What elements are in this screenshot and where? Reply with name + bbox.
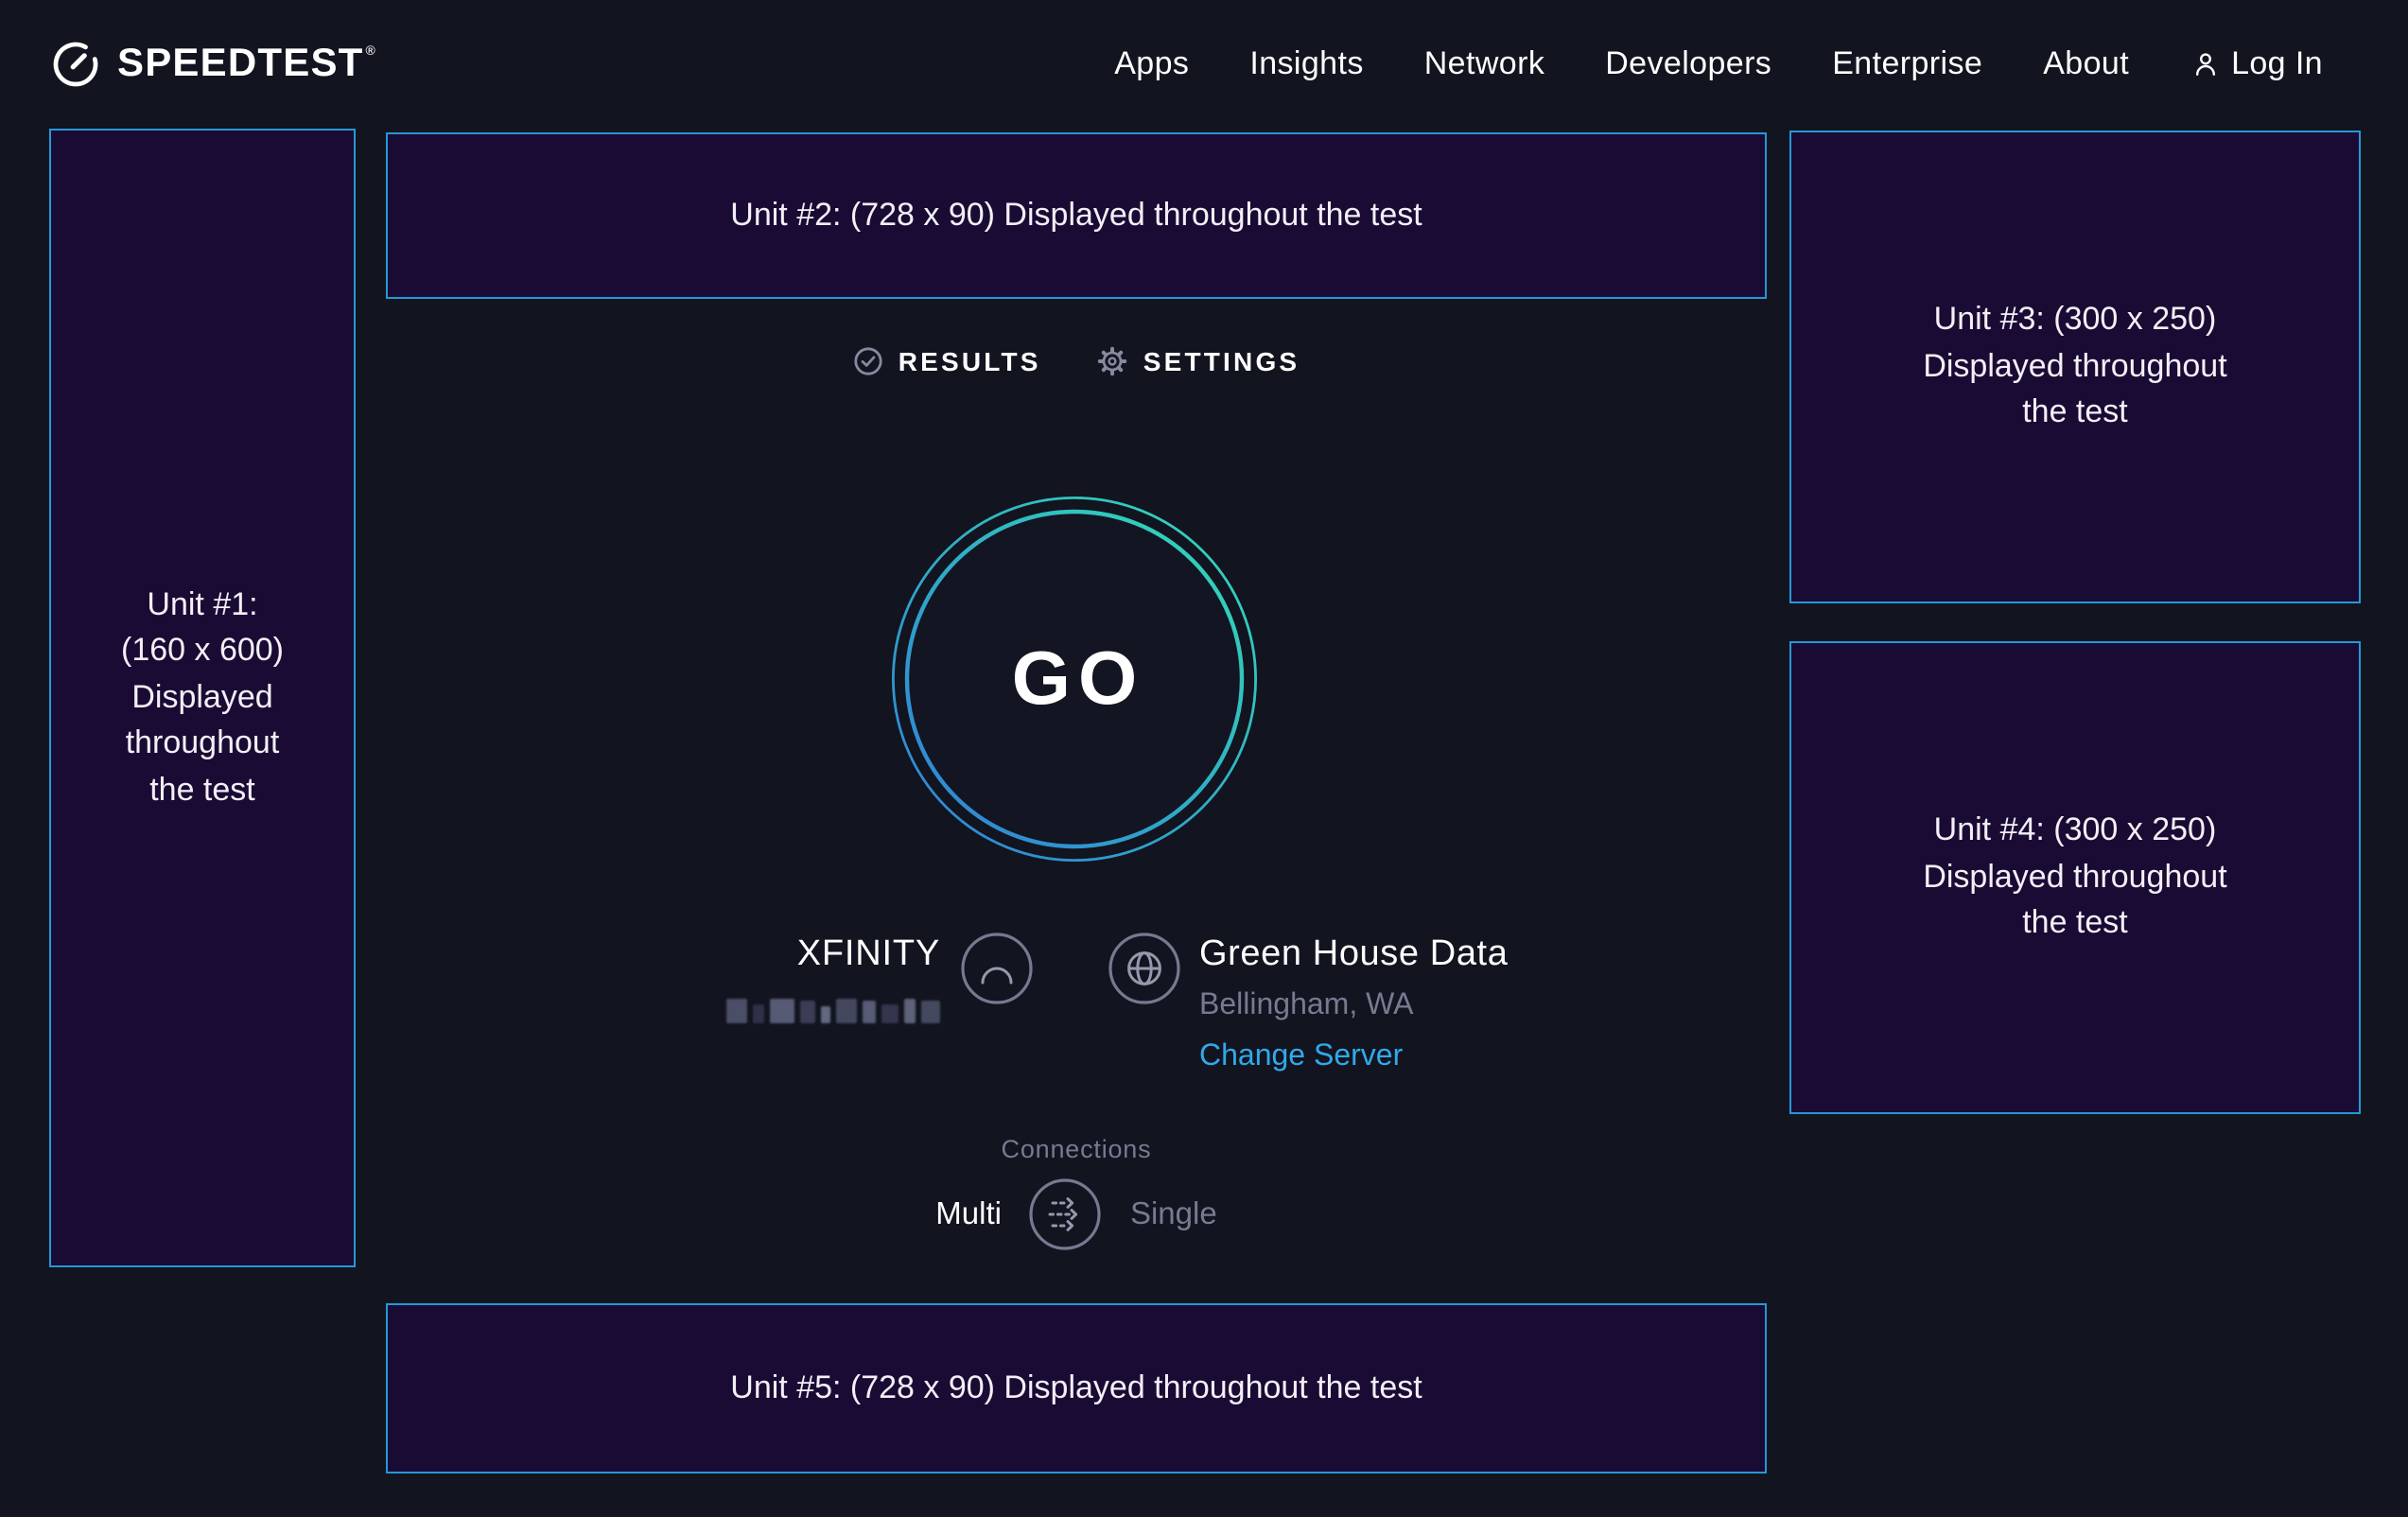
results-label: RESULTS [899, 346, 1041, 376]
server-name: Green House Data [1199, 934, 1508, 976]
nav-item-developers[interactable]: Developers [1605, 45, 1771, 83]
speedtest-page: SPEEDTEST® Apps Insights Network Develop… [0, 0, 2408, 1517]
connection-single-label[interactable]: Single [1130, 1196, 1217, 1232]
ad-label: Unit #2: (728 x 90) Displayed throughout… [730, 193, 1422, 239]
ad-unit-1[interactable]: Unit #1:(160 x 600)Displayedthroughoutth… [49, 129, 356, 1267]
go-button[interactable]: GO [891, 496, 1258, 863]
header: SPEEDTEST® Apps Insights Network Develop… [0, 0, 2408, 129]
speedtest-logo[interactable]: SPEEDTEST® [51, 0, 376, 129]
nav-item-network[interactable]: Network [1424, 45, 1545, 83]
globe-icon [1108, 933, 1180, 1004]
server-location: Bellingham, WA [1199, 989, 1413, 1023]
main-nav: Apps Insights Network Developers Enterpr… [1114, 0, 2323, 129]
multi-arrows-icon [1030, 1178, 1102, 1250]
gauge-icon [51, 40, 100, 89]
login-button[interactable]: Log In [2190, 45, 2323, 83]
ad-unit-5[interactable]: Unit #5: (728 x 90) Displayed throughout… [386, 1303, 1767, 1473]
gear-icon [1098, 346, 1128, 376]
nav-item-apps[interactable]: Apps [1114, 45, 1189, 83]
tab-results[interactable]: RESULTS [853, 346, 1041, 376]
settings-label: SETTINGS [1143, 346, 1300, 376]
tab-settings[interactable]: SETTINGS [1098, 346, 1300, 376]
ad-label: Unit #5: (728 x 90) Displayed throughout… [730, 1366, 1422, 1412]
change-server-link[interactable]: Change Server [1199, 1040, 1403, 1074]
ad-label: Unit #3: (300 x 250)Displayed throughout… [1923, 298, 2226, 437]
nav-item-insights[interactable]: Insights [1249, 45, 1363, 83]
person-icon [2190, 49, 2220, 79]
go-label: GO [891, 496, 1258, 863]
connections-row: Multi Single [386, 1177, 1767, 1252]
connection-multi-label[interactable]: Multi [935, 1196, 1002, 1232]
logo-text: SPEEDTEST® [117, 42, 376, 87]
isp-name: XFINITY [681, 934, 940, 976]
connection-mode-toggle[interactable] [1030, 1178, 1102, 1250]
ad-unit-4[interactable]: Unit #4: (300 x 250)Displayed throughout… [1789, 641, 2361, 1114]
nav-item-about[interactable]: About [2043, 45, 2129, 83]
nav-item-enterprise[interactable]: Enterprise [1832, 45, 1982, 83]
check-circle-icon [853, 346, 883, 376]
ad-label: Unit #1:(160 x 600)Displayedthroughoutth… [121, 583, 284, 814]
ad-unit-3[interactable]: Unit #3: (300 x 250)Displayed throughout… [1789, 131, 2361, 603]
ad-label: Unit #4: (300 x 250)Displayed throughout… [1923, 809, 2226, 948]
user-icon [961, 933, 1033, 1004]
tabs-row: RESULTS SETTINGS [386, 346, 1767, 376]
ad-unit-2[interactable]: Unit #2: (728 x 90) Displayed throughout… [386, 132, 1767, 299]
connections-label: Connections [386, 1135, 1767, 1163]
masked-ip [719, 995, 940, 1023]
trademark-mark: ® [366, 45, 377, 59]
